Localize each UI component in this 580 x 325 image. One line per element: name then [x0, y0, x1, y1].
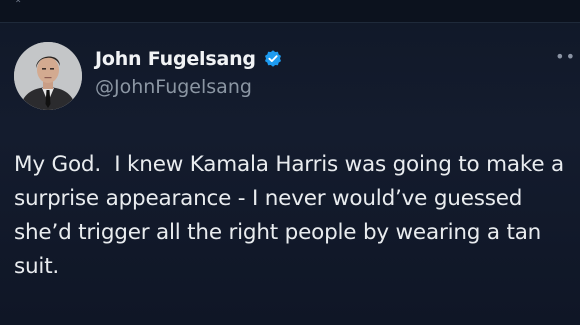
author-info: John Fugelsang @JohnFugelsang [95, 44, 515, 104]
name-row: John Fugelsang [95, 44, 515, 74]
avatar[interactable] [14, 42, 82, 110]
display-name[interactable]: John Fugelsang [95, 48, 256, 70]
profile-photo-icon [14, 42, 82, 110]
back-arrow-icon[interactable]: ⌃ [14, 0, 26, 10]
user-handle[interactable]: @JohnFugelsang [95, 74, 515, 100]
verified-badge-icon [264, 50, 281, 67]
post-text: My God. I knew Kamala Harris was going t… [14, 152, 571, 279]
top-bar: ⌃ [0, 0, 580, 23]
more-options-icon[interactable]: •• [552, 47, 576, 67]
